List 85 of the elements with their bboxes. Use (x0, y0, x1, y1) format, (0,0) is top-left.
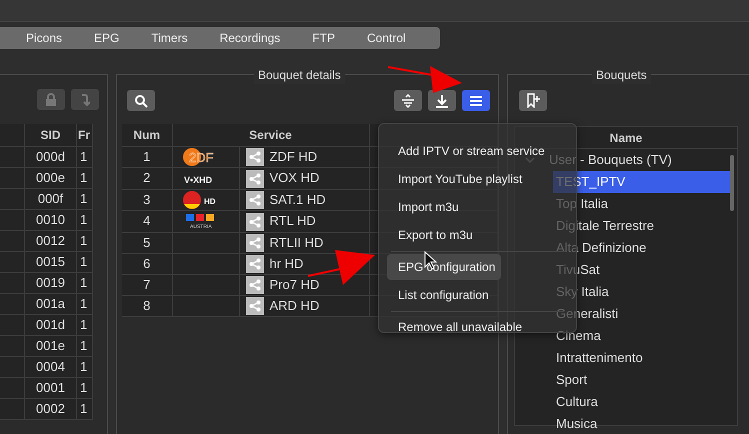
table-cell: 1 (76, 377, 92, 398)
column-header[interactable]: Fr (76, 124, 92, 146)
table-cell: 1 (76, 272, 92, 293)
table-cell: 0002 (24, 398, 76, 419)
filter-button[interactable] (394, 90, 422, 111)
table-cell: 001e (24, 335, 76, 356)
column-header[interactable]: Num (122, 124, 172, 146)
tree-item[interactable]: Intrattenimento (555, 347, 643, 369)
table-cell: 8 (122, 295, 172, 316)
table-cell: 0019 (24, 272, 76, 293)
tab[interactable]: Control (350, 27, 422, 49)
table-cell: 001d (24, 314, 76, 335)
service-name: ZDF HD (270, 148, 318, 164)
table-cell: 3 (122, 189, 172, 211)
search-icon (134, 94, 148, 108)
service-name: hr HD (270, 256, 304, 271)
table-cell: 7 (122, 274, 172, 296)
share-icon (246, 297, 264, 316)
table-cell: 000d (24, 146, 76, 167)
table-cell: 1 (76, 167, 92, 188)
service-name: VOX HD (270, 170, 320, 186)
table-cell: 0004 (24, 356, 76, 377)
table-cell: 000f (24, 188, 76, 209)
search-button[interactable] (127, 90, 155, 111)
share-icon (246, 234, 264, 252)
table-cell: 0012 (24, 230, 76, 251)
scrollbar[interactable] (730, 155, 734, 211)
menu-button[interactable] (462, 90, 490, 111)
column-header[interactable]: Service (172, 124, 369, 146)
table-cell: 0001 (24, 377, 76, 398)
filter-icon (401, 94, 415, 108)
share-icon (246, 148, 264, 166)
table-cell: 1 (76, 188, 92, 209)
menu-item[interactable]: Remove all unavailable (387, 314, 528, 340)
table-cell: 1 (76, 251, 92, 272)
table-cell: 6 (122, 253, 172, 274)
menu-item[interactable]: Export to m3u (387, 222, 479, 248)
service-name: SAT.1 HD (270, 192, 326, 207)
table-cell: 1 (76, 230, 92, 251)
lock-icon (45, 93, 57, 106)
share-icon (246, 191, 264, 210)
download-icon (435, 94, 449, 108)
add-bouquet-button[interactable] (519, 90, 547, 111)
tab[interactable]: FTP (296, 27, 351, 49)
tab[interactable]: EPG (78, 27, 136, 49)
column-header[interactable]: SID (24, 124, 76, 146)
table-cell: 001a (24, 293, 76, 314)
tab[interactable]: Timers (135, 27, 204, 49)
bookmark-plus-icon (526, 93, 540, 108)
table-cell: 1 (76, 398, 92, 419)
share-icon (246, 276, 264, 294)
tab[interactable]: Recordings (204, 27, 296, 49)
table-cell: 4 (122, 210, 172, 232)
service-name: RTL HD (270, 213, 316, 228)
table-cell: 0010 (24, 209, 76, 230)
table-cell: 1 (76, 335, 92, 356)
channel-logo: V•XHD (182, 168, 230, 189)
share-icon (246, 255, 264, 274)
table-cell: 1 (76, 314, 92, 335)
tree-item[interactable]: Musica (555, 413, 598, 434)
menu-item[interactable]: Import YouTube playlist (387, 166, 528, 192)
menu-icon (470, 96, 482, 106)
table-cell: 1 (76, 293, 92, 314)
table-cell: 1 (76, 356, 92, 377)
download-button[interactable] (428, 90, 456, 111)
tree-item[interactable]: Sport (555, 369, 588, 391)
menu-item[interactable]: Import m3u (387, 194, 465, 220)
table-cell: 2 (122, 168, 172, 190)
share-icon (246, 170, 264, 188)
channel-logo: HD (182, 190, 230, 210)
service-name: RTLII HD (270, 234, 324, 250)
menu-item[interactable]: EPG configuration (387, 254, 502, 280)
share-icon (246, 213, 264, 232)
table-cell: 0015 (24, 251, 76, 272)
table-cell: 1 (76, 209, 92, 230)
table-cell: 000e (24, 167, 76, 188)
turn-arrow-icon (80, 92, 90, 106)
table-cell: 1 (122, 146, 172, 168)
service-name: ARD HD (270, 298, 320, 313)
table-cell: 1 (76, 146, 92, 167)
tree-item[interactable]: Cultura (555, 391, 598, 413)
menu-item[interactable]: List configuration (387, 282, 495, 308)
service-name: Pro7 HD (270, 276, 320, 292)
table-cell: 5 (122, 232, 172, 254)
tab[interactable]: Picons (10, 27, 78, 49)
